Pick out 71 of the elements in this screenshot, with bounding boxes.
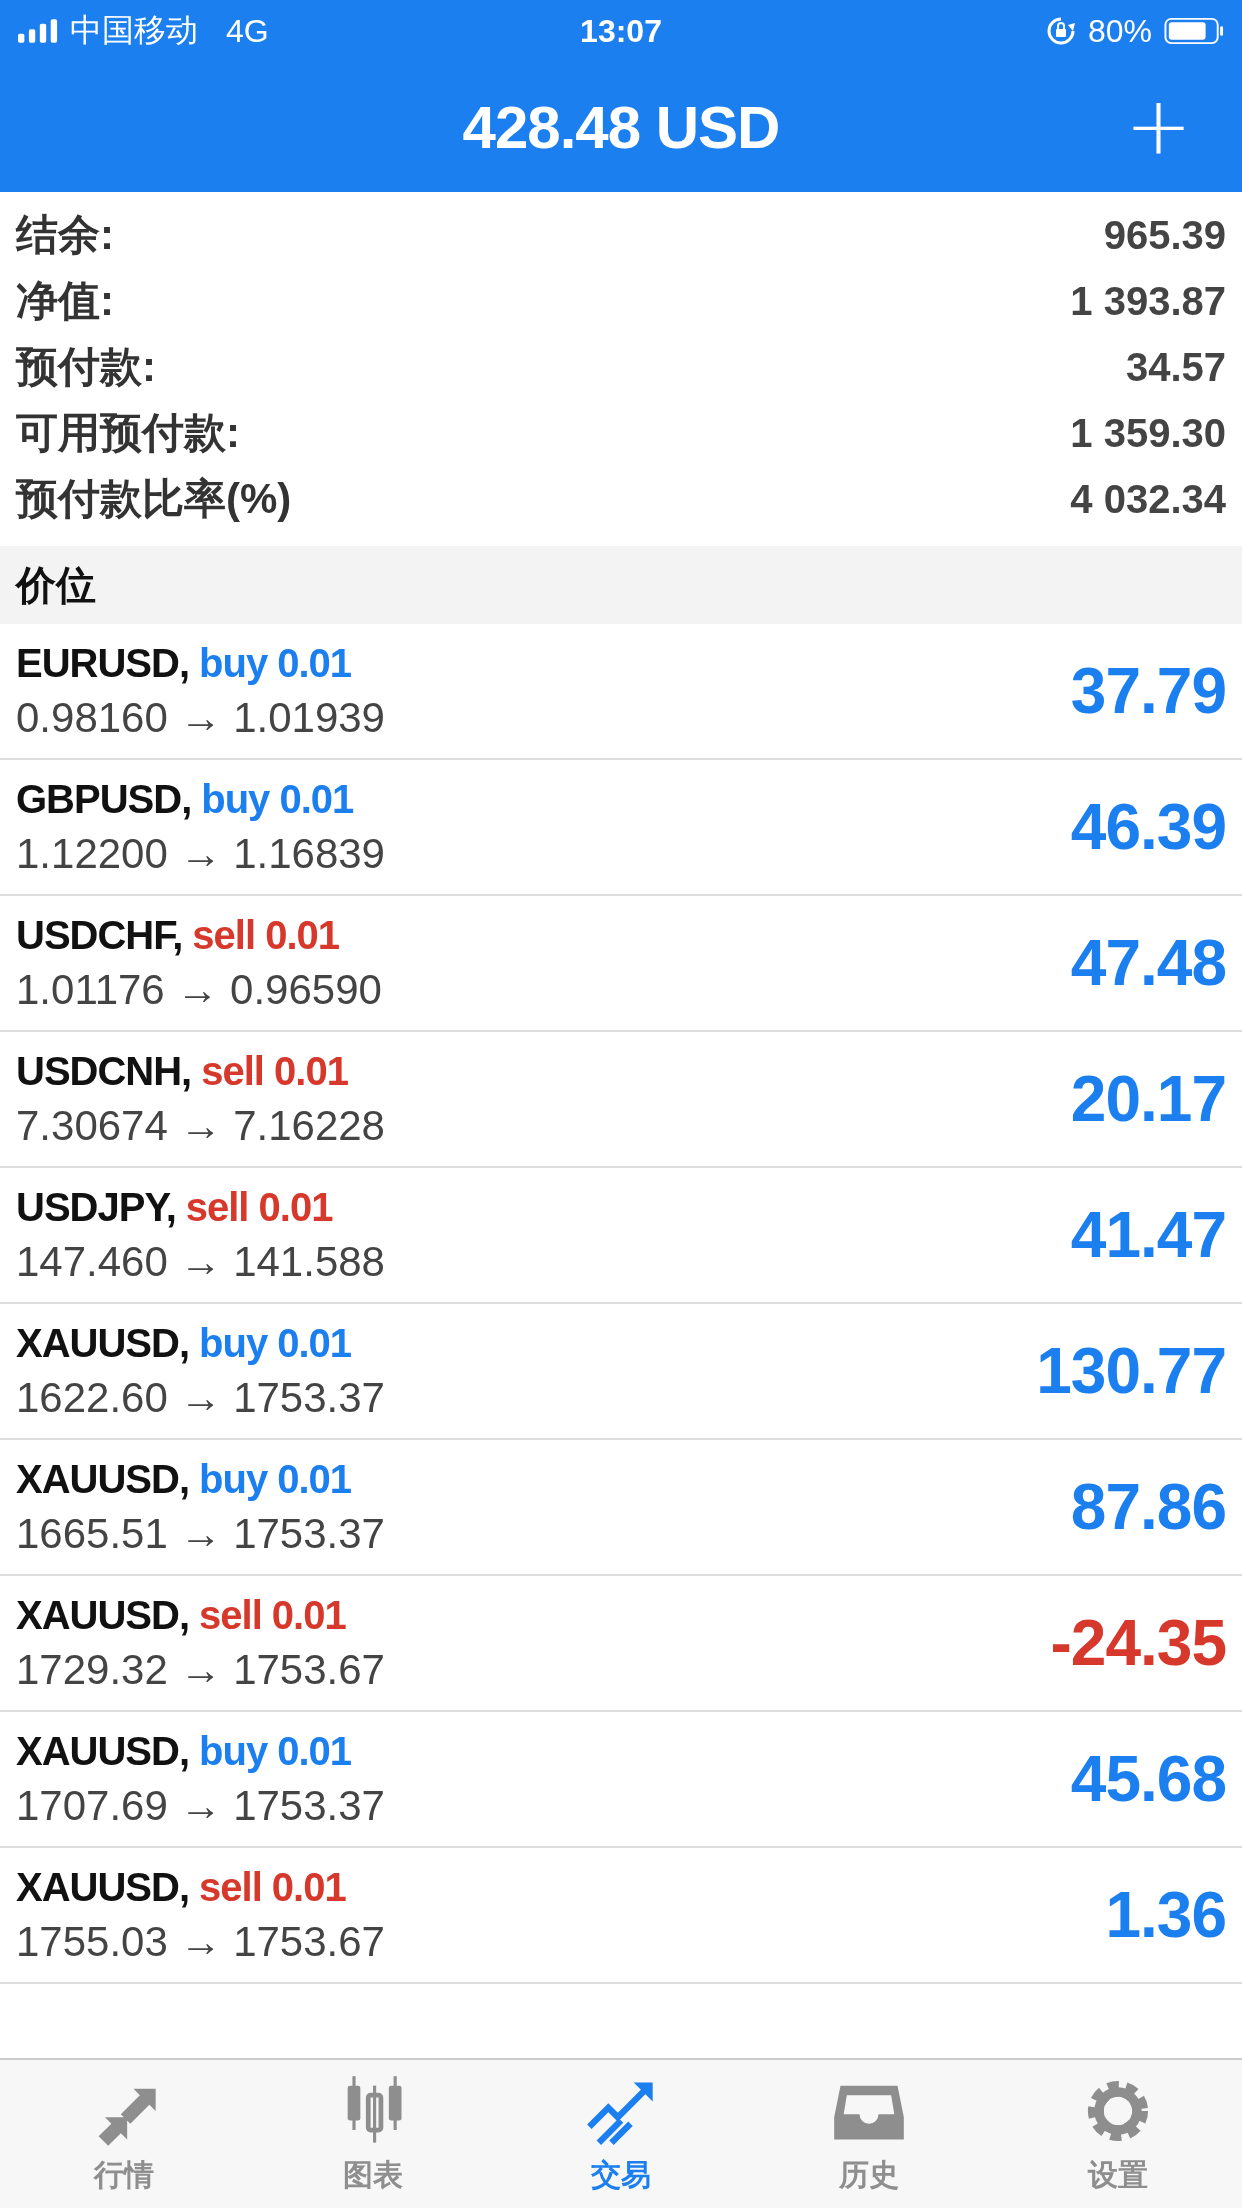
trade-side: sell 0.01 — [199, 1592, 346, 1638]
price-change: 1.01176 → 0.96590 — [16, 965, 382, 1014]
symbol-name: XAUUSD, — [16, 1456, 190, 1502]
profit-value: 46.39 — [1070, 790, 1226, 864]
summary-value: 965.39 — [1103, 212, 1226, 258]
summary-label: 结余: — [16, 210, 114, 260]
symbol-name: USDJPY, — [16, 1184, 176, 1230]
profit-value: 45.68 — [1070, 1742, 1226, 1816]
trade-side: sell 0.01 — [185, 1184, 333, 1230]
battery-icon — [1164, 17, 1224, 45]
symbol-name: XAUUSD, — [16, 1728, 190, 1774]
profit-value: 20.17 — [1070, 1062, 1226, 1136]
position-row[interactable]: USDCHF, sell 0.01 1.01176 → 0.96590 47.48 — [0, 896, 1242, 1032]
network-type: 4G — [226, 12, 269, 50]
position-row[interactable]: XAUUSD, buy 0.01 1665.51 → 1753.37 87.86 — [0, 1440, 1242, 1576]
price-change: 1707.69 → 1753.37 — [16, 1781, 385, 1830]
symbol-name: USDCHF, — [16, 912, 183, 958]
trade-side: sell 0.01 — [199, 1864, 346, 1910]
position-row[interactable]: EURUSD, buy 0.01 0.98160 → 1.01939 37.79 — [0, 624, 1242, 760]
profit-value: 37.79 — [1070, 654, 1226, 728]
summary-label: 预付款比率(%) — [16, 474, 292, 524]
symbol-name: XAUUSD, — [16, 1320, 190, 1366]
summary-label: 可用预付款: — [16, 408, 240, 458]
trade-side: buy 0.01 — [199, 1728, 352, 1774]
position-row[interactable]: XAUUSD, sell 0.01 1755.03 → 1753.67 1.36 — [0, 1848, 1242, 1984]
symbol-name: GBPUSD, — [16, 776, 192, 822]
position-row[interactable]: XAUUSD, sell 0.01 1729.32 → 1753.67 -24.35 — [0, 1576, 1242, 1712]
trade-side: buy 0.01 — [199, 1320, 352, 1366]
trade-side: sell 0.01 — [201, 1048, 348, 1094]
symbol-name: EURUSD, — [16, 640, 190, 686]
battery-percent: 80% — [1087, 12, 1152, 50]
carrier-name: 中国移动 — [70, 11, 198, 50]
summary-label: 预付款: — [16, 342, 156, 392]
profit-value: 41.47 — [1070, 1198, 1226, 1272]
section-title: 价位 — [16, 561, 96, 609]
symbol-name: XAUUSD, — [16, 1864, 190, 1910]
price-change: 0.98160 → 1.01939 — [16, 693, 385, 742]
profit-value: -24.35 — [1050, 1606, 1226, 1680]
trade-side: sell 0.01 — [192, 912, 340, 958]
summary-label: 净值: — [16, 276, 114, 326]
summary-value: 4 032.34 — [1070, 476, 1226, 522]
summary-value: 34.57 — [1125, 344, 1226, 390]
position-row[interactable]: GBPUSD, buy 0.01 1.12200 → 1.16839 46.39 — [0, 760, 1242, 896]
trade-side: buy 0.01 — [199, 1456, 352, 1502]
symbol-name: XAUUSD, — [16, 1592, 190, 1638]
rotation-lock-icon — [1045, 16, 1076, 46]
signal-icon — [18, 19, 58, 43]
position-row[interactable]: XAUUSD, buy 0.01 1707.69 → 1753.37 45.68 — [0, 1712, 1242, 1848]
profit-value: 47.48 — [1070, 926, 1226, 1000]
price-change: 1729.32 → 1753.67 — [16, 1645, 385, 1694]
balance-title: 428.48 USD — [462, 92, 780, 162]
position-row[interactable]: USDJPY, sell 0.01 147.460 → 141.588 41.47 — [0, 1168, 1242, 1304]
trade-side: buy 0.01 — [199, 640, 352, 686]
price-change: 147.460 → 141.588 — [16, 1237, 385, 1286]
position-row[interactable]: USDCNH, sell 0.01 7.30674 → 7.16228 20.17 — [0, 1032, 1242, 1168]
price-change: 1622.60 → 1753.37 — [16, 1373, 385, 1422]
profit-value: 1.36 — [1105, 1878, 1226, 1952]
summary-value: 1 393.87 — [1070, 278, 1226, 324]
symbol-name: USDCNH, — [16, 1048, 192, 1094]
position-row[interactable]: XAUUSD, buy 0.01 1622.60 → 1753.37 130.77 — [0, 1304, 1242, 1440]
tab[interactable]: 交易 — [520, 2060, 721, 2208]
profit-value: 130.77 — [1036, 1334, 1226, 1408]
profit-value: 87.86 — [1070, 1470, 1226, 1544]
summary-value: 1 359.30 — [1070, 410, 1226, 456]
clock-time: 13:07 — [580, 12, 662, 50]
price-change: 1665.51 → 1753.37 — [16, 1509, 385, 1558]
price-change: 1755.03 → 1753.67 — [16, 1917, 385, 1966]
price-change: 7.30674 → 7.16228 — [16, 1101, 385, 1150]
trade-side: buy 0.01 — [201, 776, 354, 822]
price-change: 1.12200 → 1.16839 — [16, 829, 385, 878]
add-button[interactable]: + — [1114, 87, 1202, 167]
